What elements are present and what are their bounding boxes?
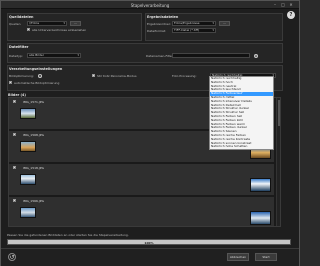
filter-heading: Dateifilter: [9, 45, 29, 49]
preset-option[interactable]: Natürlich hohe Schatten: [210, 145, 273, 149]
format-select[interactable]: TIFF-Datei (*.tiff): [172, 28, 216, 33]
progress-bar: 100%: [7, 239, 291, 245]
source-browse-button[interactable]: ...: [70, 21, 81, 26]
progress-label: 100%: [144, 240, 154, 245]
list-scrollbar[interactable]: [276, 98, 280, 226]
preset-label: Foto Processing:: [172, 74, 197, 78]
filetype-select[interactable]: alle Bilder: [27, 53, 81, 58]
filter-panel: Dateifilter Dateityp: alle Bilder Datein…: [7, 43, 283, 63]
subfolders-checkbox[interactable]: ✓: [27, 28, 31, 32]
auto-optimize-checkbox[interactable]: ✓: [9, 81, 13, 85]
cancel-button[interactable]: Abbrechen: [227, 253, 249, 261]
image-name: IMG_1568.JPG: [23, 132, 44, 137]
result-thumbnail[interactable]: [250, 211, 271, 225]
help-icon[interactable]: ?: [287, 11, 295, 19]
subfolders-label: alle Unterverzeichnisse einbeziehen: [32, 28, 87, 32]
image-checkbox[interactable]: ✓: [13, 99, 17, 103]
list-item[interactable]: ✓ IMG_1566.JPG: [9, 197, 274, 226]
close-icon[interactable]: ✕: [288, 2, 294, 7]
image-thumbnail[interactable]: [20, 207, 36, 218]
panorama-checkbox[interactable]: [92, 74, 96, 78]
output-dir-label: Ergebnisordner:: [147, 22, 171, 26]
preset-dropdown[interactable]: Natürlich reichhaltig Natürlich hoch Nat…: [209, 76, 274, 150]
maximize-icon[interactable]: □: [280, 2, 286, 7]
title-bar: Stapelverarbeitung – □ ✕: [1, 1, 299, 9]
clear-filter-icon[interactable]: ⊕: [254, 53, 258, 58]
window-title: Stapelverarbeitung: [130, 3, 170, 8]
image-thumbnail[interactable]: [20, 141, 36, 152]
batch-window: Stapelverarbeitung – □ ✕ ? Quelldateien …: [0, 0, 300, 266]
image-thumbnail[interactable]: [20, 174, 36, 185]
bottom-bar: ↺ Abbrechen Start: [1, 248, 299, 266]
reset-icon[interactable]: ↺: [8, 253, 16, 261]
image-name: IMG_1571.JPG: [23, 99, 44, 104]
image-checkbox[interactable]: ✓: [13, 165, 17, 169]
filetype-label: Dateityp:: [9, 54, 23, 58]
output-dir-select[interactable]: Fotos/Ergebnisse: [172, 21, 216, 26]
name-filter-label: Dateinamen-Filter:: [146, 54, 174, 58]
name-filter-input[interactable]: [172, 53, 250, 58]
output-browse-button[interactable]: ...: [219, 21, 230, 26]
minimize-icon[interactable]: –: [272, 2, 278, 7]
status-text: Passen Sie die gefundenen Bilddaten an o…: [7, 233, 129, 237]
result-thumbnail[interactable]: [250, 178, 271, 192]
image-name: IMG_1518.JPG: [23, 165, 44, 170]
source-select[interactable]: \\Fotos: [27, 21, 67, 26]
format-label: Dateiformat:: [147, 29, 167, 33]
source-panel: Quelldateien Quellen \\Fotos ... ✓ alle …: [7, 13, 142, 41]
output-heading: Ergebnisdateien: [147, 15, 179, 19]
image-thumbnail[interactable]: [20, 108, 36, 119]
optimize-label: Bildoptimierung:: [9, 74, 34, 78]
processing-heading: Verarbeitungseinstellungen: [9, 67, 63, 71]
scrollbar-thumb[interactable]: [278, 100, 280, 126]
auto-optimize-label: automatische Bildoptimierung: [14, 81, 60, 85]
source-heading: Quelldateien: [9, 15, 34, 19]
start-button[interactable]: Start: [255, 253, 277, 261]
source-label: Quellen: [9, 22, 21, 26]
settings-icon[interactable]: ✱: [38, 73, 42, 78]
panorama-label: Stil trotz Panorama-Modus: [97, 74, 137, 78]
image-checkbox[interactable]: ✓: [13, 198, 17, 202]
image-name: IMG_1566.JPG: [23, 198, 44, 203]
output-panel: Ergebnisdateien Ergebnisordner: Fotos/Er…: [145, 13, 283, 41]
list-item[interactable]: ✓ IMG_1518.JPG: [9, 164, 274, 196]
image-checkbox[interactable]: ✓: [13, 132, 17, 136]
